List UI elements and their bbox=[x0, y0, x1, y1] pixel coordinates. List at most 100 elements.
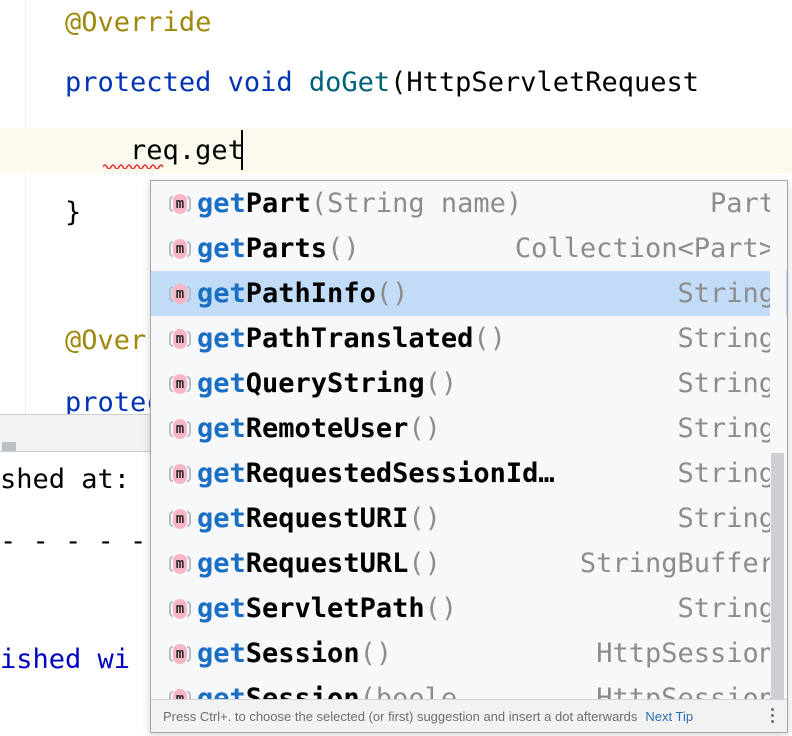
code-line: protected void doGet(HttpServletRequest bbox=[0, 60, 792, 105]
tool-window-tab-marker[interactable] bbox=[2, 442, 16, 451]
completion-item-name: Part bbox=[245, 188, 311, 219]
completion-item[interactable]: m getSession(boole HttpSession bbox=[151, 676, 787, 699]
completion-item-params: () bbox=[424, 593, 458, 624]
completion-scrollbar-track[interactable] bbox=[770, 182, 786, 703]
completion-item-signature: getServletPath() bbox=[197, 593, 457, 624]
completion-item-type: String bbox=[677, 368, 775, 399]
completion-item-name: RequestURL bbox=[245, 548, 409, 579]
completion-item-name: RequestedSessionId… bbox=[245, 458, 555, 489]
completion-match-prefix: get bbox=[197, 458, 246, 489]
completion-item-type: StringBuffer bbox=[579, 548, 775, 579]
completion-item-type: Collection<Part> bbox=[514, 233, 775, 264]
method-icon: m bbox=[169, 508, 191, 530]
completion-item[interactable]: m getPathTranslated() String bbox=[151, 316, 787, 361]
completion-item-params: () bbox=[473, 323, 506, 354]
completion-item-name: PathTranslated bbox=[245, 323, 474, 354]
completion-match-prefix: get bbox=[197, 188, 246, 219]
completion-item[interactable]: m getRemoteUser() String bbox=[151, 406, 787, 451]
completion-match-prefix: get bbox=[197, 368, 246, 399]
code-token: @Override bbox=[65, 7, 212, 38]
completion-hint-bar: Press Ctrl+. to choose the selected (or … bbox=[151, 699, 787, 732]
completion-item-name: Session bbox=[245, 638, 360, 669]
completion-item-params: () bbox=[359, 638, 393, 669]
method-icon: m bbox=[169, 688, 191, 699]
code-token: @Overr bbox=[65, 325, 163, 356]
completion-match-prefix: get bbox=[197, 503, 246, 534]
method-icon: m bbox=[169, 238, 191, 260]
completion-match-prefix: get bbox=[197, 548, 246, 579]
error-squiggle-icon bbox=[103, 163, 165, 169]
code-token: (HttpServletRequest bbox=[390, 67, 700, 98]
completion-item[interactable]: m getServletPath() String bbox=[151, 586, 787, 631]
completion-match-prefix: get bbox=[197, 233, 246, 264]
method-icon: m bbox=[169, 553, 191, 575]
completion-item-type: String bbox=[677, 323, 775, 354]
code-token: } bbox=[65, 197, 82, 228]
completion-item[interactable]: m getRequestURL() StringBuffer bbox=[151, 541, 787, 586]
completion-hint-text: Press Ctrl+. to choose the selected (or … bbox=[163, 708, 638, 724]
completion-item-signature: getSession(boole bbox=[197, 683, 457, 699]
completion-item-params: () bbox=[327, 233, 360, 264]
method-icon: m bbox=[169, 283, 191, 305]
completion-match-prefix: get bbox=[197, 323, 246, 354]
completion-scrollbar-thumb[interactable] bbox=[771, 453, 784, 703]
completion-item-name: RemoteUser bbox=[245, 413, 409, 444]
completion-item-type: String bbox=[677, 278, 775, 309]
completion-match-prefix: get bbox=[197, 413, 246, 444]
autocomplete-popup[interactable]: m getPart(String name) Part m getParts() Coll… bbox=[150, 180, 788, 733]
method-icon: m bbox=[169, 643, 191, 665]
completion-item-signature: getRequestURL() bbox=[197, 548, 441, 579]
completion-item-type: String bbox=[677, 593, 775, 624]
next-tip-link[interactable]: Next Tip bbox=[645, 709, 693, 724]
completion-match-prefix: get bbox=[197, 278, 246, 309]
completion-item-type: HttpSession bbox=[596, 683, 775, 699]
completion-item-name: QueryString bbox=[245, 368, 425, 399]
code-line: @Override bbox=[0, 0, 792, 45]
completion-item-params: () bbox=[375, 278, 409, 309]
completion-item-params: () bbox=[408, 413, 441, 444]
completion-item-signature: getRemoteUser() bbox=[197, 413, 441, 444]
completion-item-type: HttpSession bbox=[596, 638, 775, 669]
completion-item-params: () bbox=[408, 503, 441, 534]
method-icon: m bbox=[169, 463, 191, 485]
completion-item-signature: getSession() bbox=[197, 638, 392, 669]
completion-item-name: PathInfo bbox=[245, 278, 376, 309]
completion-item[interactable]: m getRequestedSessionId… String bbox=[151, 451, 787, 496]
completion-list[interactable]: m getPart(String name) Part m getParts() Coll… bbox=[151, 181, 787, 699]
completion-item-params: (boole bbox=[359, 683, 458, 699]
completion-item-params: () bbox=[424, 368, 458, 399]
method-icon: m bbox=[169, 418, 191, 440]
completion-item[interactable]: m getParts() Collection<Part> bbox=[151, 226, 787, 271]
completion-item-params: () bbox=[408, 548, 441, 579]
completion-item-signature: getRequestURI() bbox=[197, 503, 441, 534]
completion-item-type: Part bbox=[709, 188, 775, 219]
completion-item-signature: getRequestedSessionId… bbox=[197, 458, 555, 489]
completion-item-signature: getPart(String name) bbox=[197, 188, 522, 219]
completion-item[interactable]: m getQueryString() String bbox=[151, 361, 787, 406]
completion-item[interactable]: m getSession() HttpSession bbox=[151, 631, 787, 676]
completion-item-type: String bbox=[677, 503, 775, 534]
completion-item[interactable]: m getPart(String name) Part bbox=[151, 181, 787, 226]
completion-item-params: (String name) bbox=[310, 188, 523, 219]
completion-item-signature: getParts() bbox=[197, 233, 360, 264]
completion-match-prefix: get bbox=[197, 638, 246, 669]
completion-item-signature: getPathInfo() bbox=[197, 278, 408, 309]
completion-item-name: ServletPath bbox=[245, 593, 425, 624]
completion-item-type: String bbox=[677, 413, 775, 444]
code-token: req.get bbox=[130, 135, 244, 166]
code-token: doGet bbox=[308, 67, 391, 98]
completion-match-prefix: get bbox=[197, 593, 246, 624]
completion-match-prefix: get bbox=[197, 683, 246, 699]
completion-item-signature: getPathTranslated() bbox=[197, 323, 506, 354]
completion-item-name: Session bbox=[245, 683, 360, 699]
text-caret bbox=[241, 130, 243, 170]
completion-item-type: String bbox=[677, 458, 775, 489]
completion-item[interactable]: m getPathInfo() String bbox=[151, 271, 787, 316]
more-vertical-icon[interactable] bbox=[763, 704, 781, 726]
method-icon: m bbox=[169, 193, 191, 215]
completion-item[interactable]: m getRequestURI() String bbox=[151, 496, 787, 541]
